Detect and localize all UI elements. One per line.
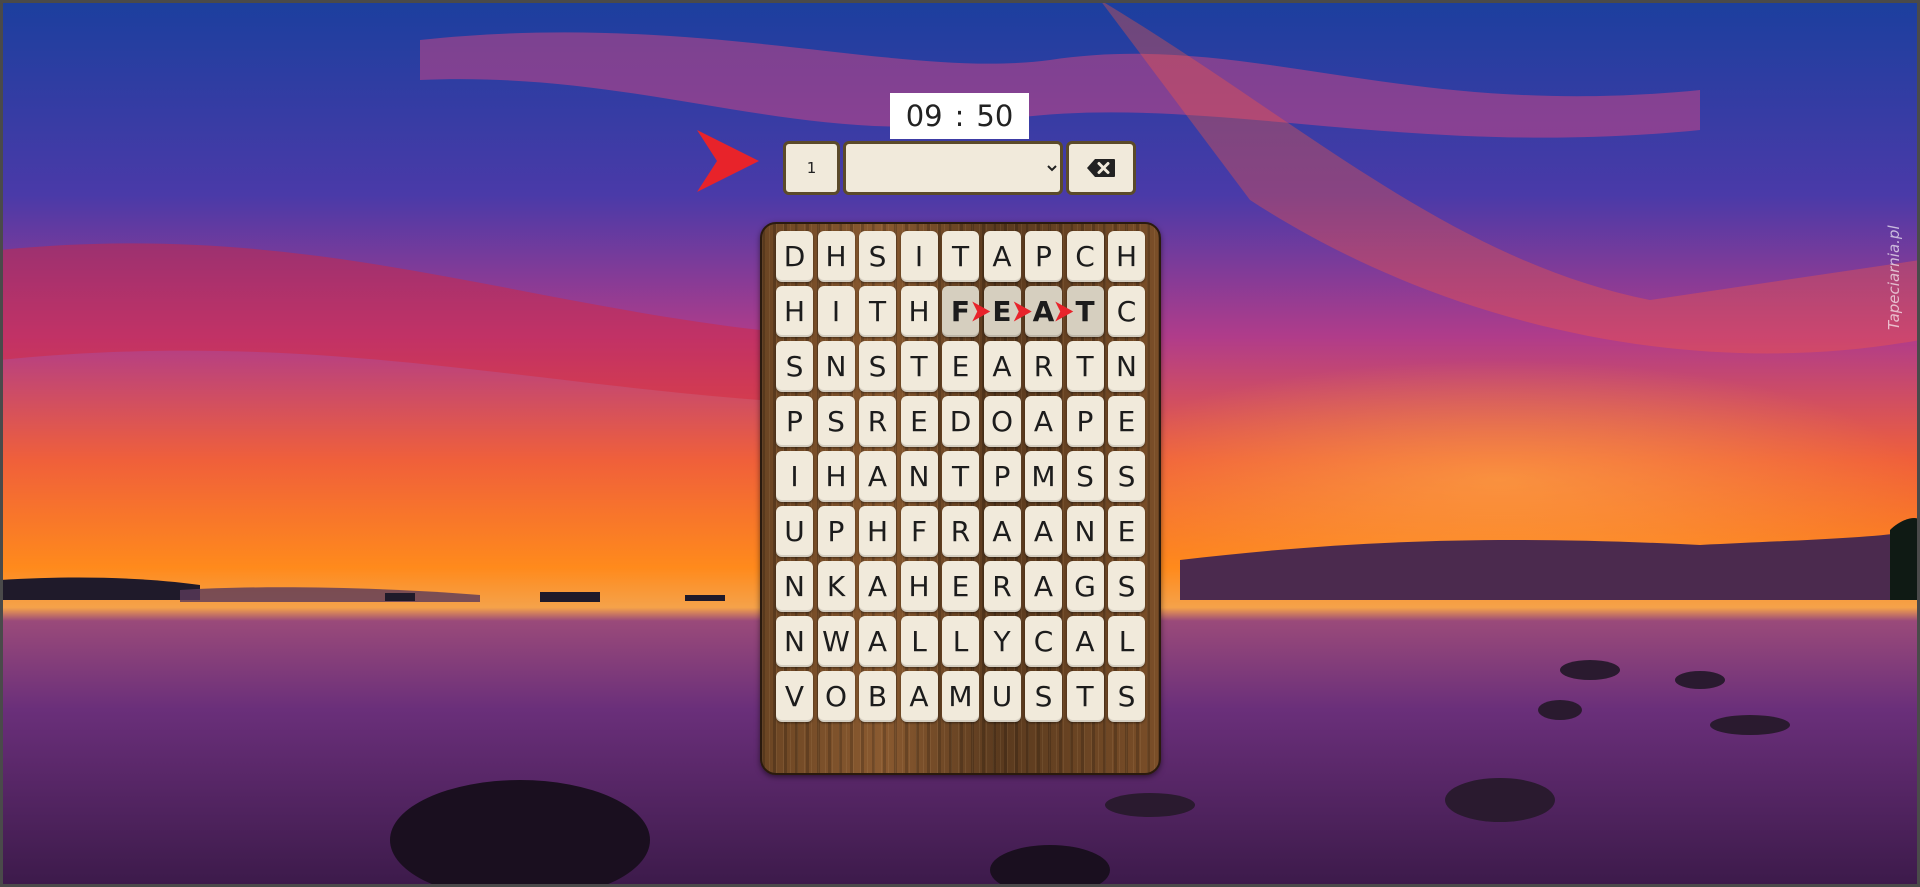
letter-tile[interactable]: F — [900, 506, 938, 557]
letter-tile[interactable]: R — [1025, 341, 1062, 392]
letter-tile[interactable]: P — [1025, 231, 1062, 282]
countdown-timer: 09 : 50 — [890, 93, 1029, 139]
letter-tile[interactable]: I — [817, 286, 855, 337]
letter-tile[interactable]: S — [859, 231, 896, 282]
letter-tile[interactable]: S — [1066, 451, 1104, 502]
letter-tile[interactable]: T — [1066, 671, 1104, 722]
letter-tile[interactable]: S — [776, 341, 813, 392]
letter-tile[interactable]: S — [1025, 671, 1062, 722]
letter-tile[interactable]: U — [776, 506, 813, 557]
letter-tile[interactable]: E — [942, 561, 979, 612]
letter-tile[interactable]: H — [900, 561, 938, 612]
letter-board: DHSITAPCHHITHFEATCSNSTEARTNPSREDOAPEIHAN… — [760, 222, 1161, 775]
letter-tile[interactable]: C — [1066, 231, 1104, 282]
letter-tile[interactable]: M — [942, 671, 979, 722]
timer-separator: : — [954, 99, 965, 133]
letter-tile[interactable]: S — [1108, 451, 1145, 502]
letter-tile[interactable]: W — [817, 616, 855, 667]
found-words-count-button[interactable]: 1 — [783, 141, 840, 195]
letter-tile[interactable]: A — [900, 671, 938, 722]
letter-tile[interactable]: O — [983, 396, 1021, 447]
letter-tile[interactable]: N — [1108, 341, 1145, 392]
letter-tile[interactable]: V — [776, 671, 813, 722]
backspace-icon — [1087, 159, 1115, 177]
letter-tile[interactable]: T — [859, 286, 896, 337]
letter-tile[interactable]: H — [817, 451, 855, 502]
letter-tile[interactable]: T — [942, 231, 979, 282]
letter-tile[interactable]: A — [859, 561, 896, 612]
letter-tile[interactable]: E — [1108, 396, 1145, 447]
letter-tile[interactable]: E — [900, 396, 938, 447]
letter-tile[interactable]: N — [776, 616, 813, 667]
watermark: Tapeciarnia.pl — [1885, 225, 1903, 330]
letter-tile[interactable]: P — [1066, 396, 1104, 447]
letter-tile[interactable]: N — [900, 451, 938, 502]
letter-tile[interactable]: C — [1108, 286, 1145, 337]
letter-tile[interactable]: T — [942, 451, 979, 502]
timer-minutes: 09 — [905, 99, 943, 133]
letter-tile[interactable]: A — [983, 231, 1021, 282]
letter-tile[interactable]: N — [1066, 506, 1104, 557]
letter-tile[interactable]: S — [1108, 671, 1145, 722]
letter-tile[interactable]: I — [776, 451, 813, 502]
letter-tile[interactable]: O — [817, 671, 855, 722]
letter-tile[interactable]: S — [817, 396, 855, 447]
letter-tile[interactable]: H — [900, 286, 938, 337]
delete-button[interactable] — [1066, 141, 1136, 195]
letter-tile[interactable]: G — [1066, 561, 1104, 612]
letter-tile[interactable]: E — [942, 341, 979, 392]
letter-tile[interactable]: L — [900, 616, 938, 667]
letter-tile[interactable]: T — [1066, 286, 1104, 337]
letter-tile[interactable]: A — [859, 616, 896, 667]
letter-tile[interactable]: D — [776, 231, 813, 282]
letter-tile[interactable]: N — [817, 341, 855, 392]
letter-tile[interactable]: P — [776, 396, 813, 447]
letter-tile[interactable]: Y — [983, 616, 1021, 667]
letter-tile[interactable]: D — [942, 396, 979, 447]
letter-tile[interactable]: M — [1025, 451, 1062, 502]
letter-tile[interactable]: R — [859, 396, 896, 447]
letter-tile[interactable]: P — [817, 506, 855, 557]
letter-tile[interactable]: L — [1108, 616, 1145, 667]
letter-tile[interactable]: A — [1025, 396, 1062, 447]
letter-tile[interactable]: A — [1066, 616, 1104, 667]
letter-tile[interactable]: S — [1108, 561, 1145, 612]
letter-tile[interactable]: R — [983, 561, 1021, 612]
letter-tile[interactable]: A — [983, 506, 1021, 557]
letter-tile[interactable]: L — [942, 616, 979, 667]
letter-tile[interactable]: B — [859, 671, 896, 722]
letter-tile[interactable]: I — [900, 231, 938, 282]
letter-tile[interactable]: A — [859, 451, 896, 502]
letter-tile[interactable]: H — [1108, 231, 1145, 282]
letter-tile[interactable]: A — [1025, 561, 1062, 612]
found-words-dropdown[interactable] — [843, 141, 1063, 195]
letter-tile[interactable]: H — [817, 231, 855, 282]
letter-tile[interactable]: A — [983, 341, 1021, 392]
timer-seconds: 50 — [976, 99, 1014, 133]
found-words-select[interactable] — [846, 144, 1060, 192]
letter-tile[interactable]: H — [859, 506, 896, 557]
letter-tile[interactable]: E — [983, 286, 1021, 337]
letter-tile[interactable]: T — [900, 341, 938, 392]
letter-tile[interactable]: S — [859, 341, 896, 392]
letter-tile[interactable]: U — [983, 671, 1021, 722]
letter-tile[interactable]: T — [1066, 341, 1104, 392]
letter-tile[interactable]: A — [1025, 286, 1062, 337]
letter-tile[interactable]: R — [942, 506, 979, 557]
letter-tile[interactable]: E — [1108, 506, 1145, 557]
letter-tile[interactable]: C — [1025, 616, 1062, 667]
letter-tile[interactable]: A — [1025, 506, 1062, 557]
pointer-arrow-icon — [697, 130, 759, 192]
letter-tile[interactable]: N — [776, 561, 813, 612]
letter-tile[interactable]: F — [942, 286, 979, 337]
letter-tile[interactable]: K — [817, 561, 855, 612]
letter-tile[interactable]: P — [983, 451, 1021, 502]
letter-tile[interactable]: H — [776, 286, 813, 337]
